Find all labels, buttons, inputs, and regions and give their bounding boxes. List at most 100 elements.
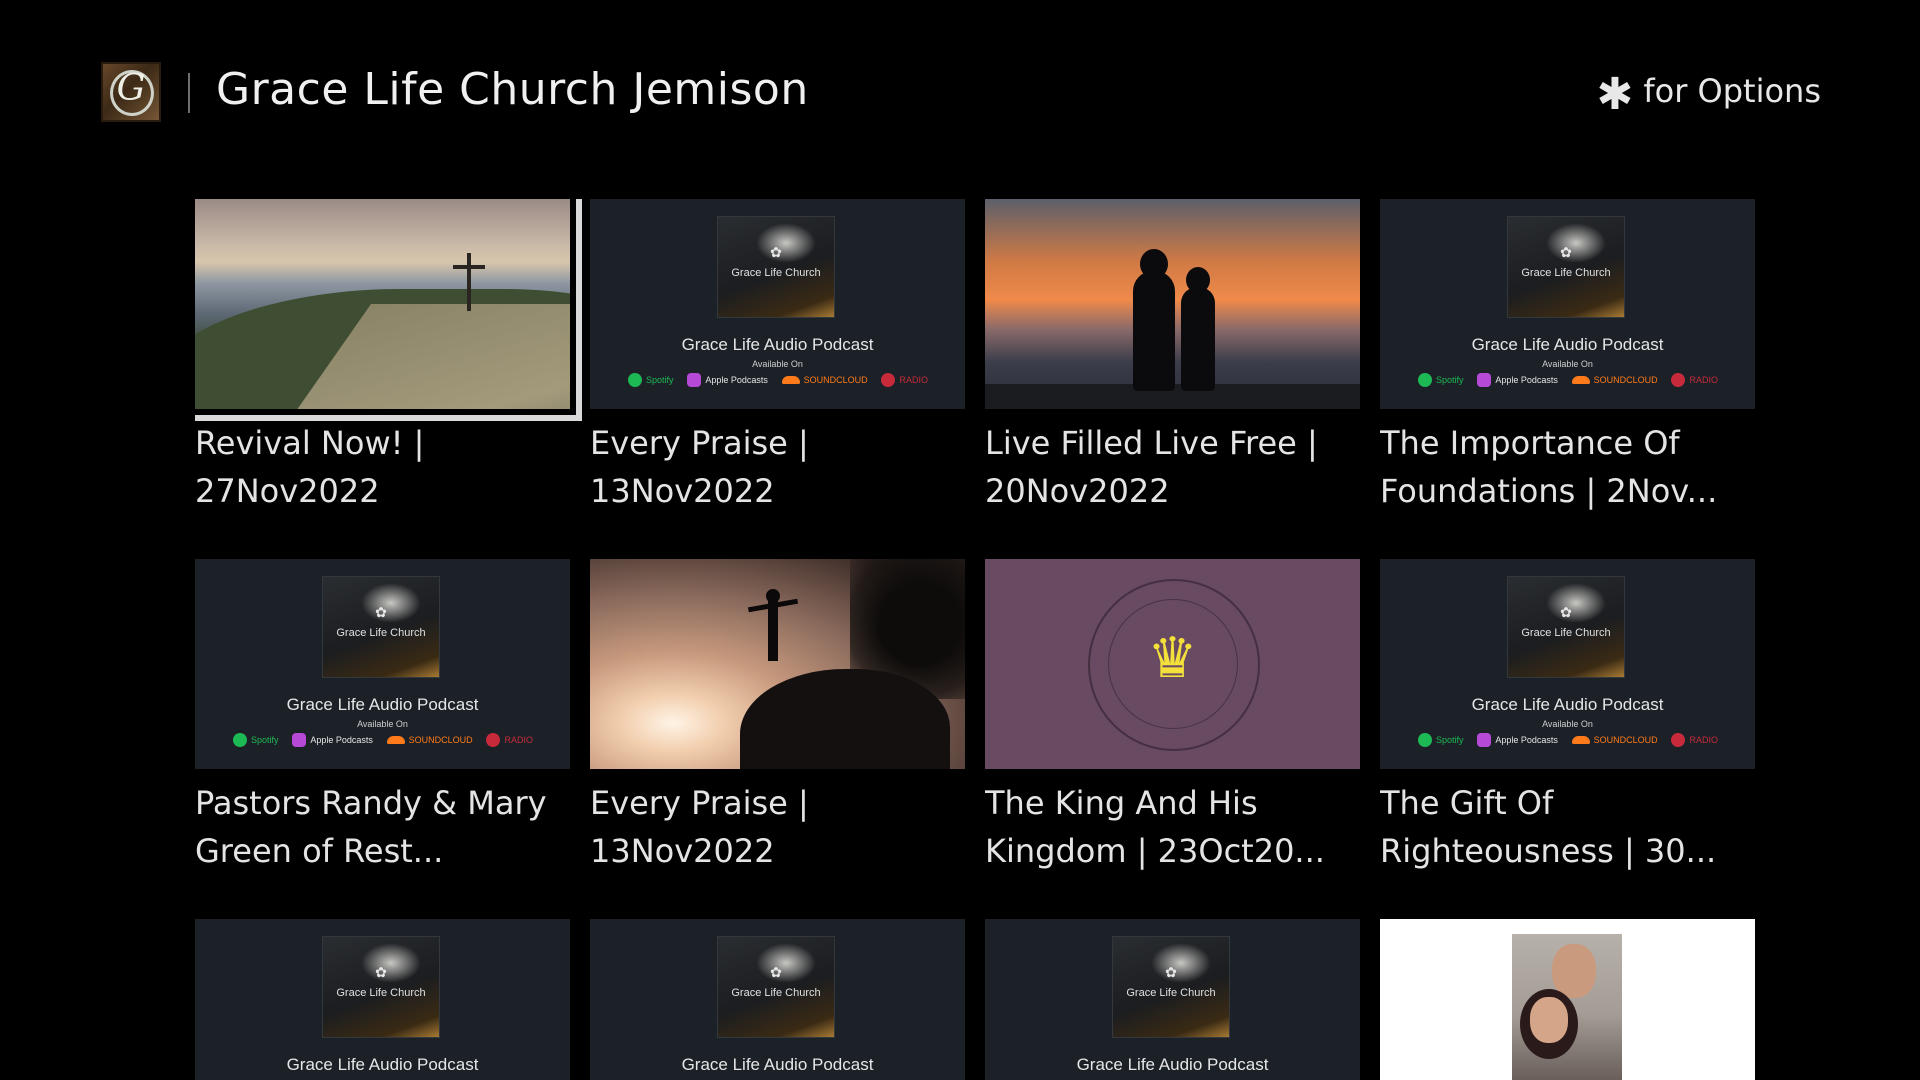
podcast-title: Grace Life Audio Podcast — [286, 695, 479, 714]
album-church-name: Grace Life Church — [731, 987, 821, 999]
tile-importance-foundations[interactable]: ✿ Grace Life Church Grace Life Audio Pod… — [1380, 199, 1755, 515]
tile-revival-now[interactable]: Revival Now! | 27Nov2022 — [195, 199, 582, 515]
crown-icon: ♛ — [1147, 626, 1198, 691]
lotus-icon: ✿ — [375, 605, 387, 621]
tile-row3-4[interactable] — [1380, 919, 1755, 1080]
tile-gift-righteousness[interactable]: ✿ Grace Life Church Grace Life Audio Pod… — [1380, 559, 1755, 875]
tile-label: Revival Now! | 27Nov2022 — [195, 424, 425, 510]
iheart-radio-icon: RADIO — [1671, 733, 1718, 747]
soundcloud-icon: SOUNDCLOUD — [386, 735, 473, 745]
asterisk-icon: ✱ — [1596, 69, 1634, 120]
thumbnail-podcast: ✿ Grace Life Church Grace Life Audio Pod… — [195, 919, 570, 1080]
iheart-radio-icon: RADIO — [881, 373, 928, 387]
tile-pastors-randy-mary[interactable]: ✿ Grace Life Church Grace Life Audio Pod… — [195, 559, 570, 875]
soundcloud-icon: SOUNDCLOUD — [781, 375, 868, 385]
podcast-album-art: ✿ Grace Life Church — [718, 937, 834, 1037]
podcast-album-art: ✿ Grace Life Church — [323, 937, 439, 1037]
album-church-name: Grace Life Church — [336, 627, 426, 639]
podcast-available: Available On — [1542, 359, 1593, 369]
thumbnail-portrait — [1380, 919, 1755, 1080]
podcast-services: Spotify Apple Podcasts SOUNDCLOUD RADIO — [1418, 733, 1718, 747]
tile-row3-2[interactable]: ✿ Grace Life Church Grace Life Audio Pod… — [590, 919, 965, 1080]
tile-label: Every Praise | 13Nov2022 — [590, 424, 809, 510]
spotify-icon: Spotify — [628, 373, 674, 387]
album-church-name: Grace Life Church — [731, 267, 821, 279]
tile-every-praise-2[interactable]: Every Praise | 13Nov2022 — [590, 559, 965, 875]
thumbnail-crown: ♛ — [985, 559, 1360, 769]
video-grid: Revival Now! | 27Nov2022 ✿ Grace Life Ch… — [195, 199, 1755, 1080]
album-church-name: Grace Life Church — [1521, 627, 1611, 639]
podcast-title: Grace Life Audio Podcast — [1471, 335, 1664, 354]
silhouette-head — [1186, 267, 1210, 293]
album-church-name: Grace Life Church — [1521, 267, 1611, 279]
silhouette-head — [1140, 249, 1168, 279]
logo-letter: G — [116, 68, 146, 109]
tile-label: The Importance Of Foundations | 2Nov... — [1380, 424, 1718, 510]
spotify-icon: Spotify — [1418, 733, 1464, 747]
album-church-name: Grace Life Church — [1126, 987, 1216, 999]
podcast-services: Spotify Apple Podcasts SOUNDCLOUD RADIO — [628, 373, 928, 387]
tile-label: The King And His Kingdom | 23Oct20... — [985, 784, 1325, 870]
portrait-face-woman — [1530, 997, 1568, 1043]
podcast-title: Grace Life Audio Podcast — [681, 335, 874, 354]
lotus-icon: ✿ — [375, 965, 387, 981]
podcast-title: Grace Life Audio Podcast — [1471, 695, 1664, 714]
channel-logo: G — [101, 62, 161, 122]
spotify-icon: Spotify — [233, 733, 279, 747]
tile-label: Pastors Randy & Mary Green of Rest... — [195, 784, 547, 870]
lotus-icon: ✿ — [770, 245, 782, 261]
podcast-title: Grace Life Audio Podcast — [286, 1055, 479, 1074]
silhouette-man — [1133, 271, 1175, 391]
apple-podcasts-icon: Apple Podcasts — [1477, 373, 1558, 387]
lotus-icon: ✿ — [1560, 605, 1572, 621]
thumbnail-podcast: ✿ Grace Life Church Grace Life Audio Pod… — [590, 919, 965, 1080]
thumbnail-podcast: ✿ Grace Life Church Grace Life Audio Pod… — [985, 919, 1360, 1080]
thumbnail-podcast: ✿ Grace Life Church Grace Life Audio Pod… — [590, 199, 965, 409]
podcast-services: Spotify Apple Podcasts SOUNDCLOUD RADIO — [233, 733, 533, 747]
boulder-shape — [740, 669, 950, 769]
soundcloud-icon: SOUNDCLOUD — [1571, 735, 1658, 745]
podcast-album-art: ✿ Grace Life Church — [1113, 937, 1229, 1037]
soundcloud-icon: SOUNDCLOUD — [1571, 375, 1658, 385]
podcast-available: Available On — [752, 359, 803, 369]
silhouette-woman — [1181, 287, 1215, 391]
thumbnail-sunset-couple — [985, 199, 1360, 409]
tile-king-kingdom[interactable]: ♛ The King And His Kingdom | 23Oct20... — [985, 559, 1360, 875]
podcast-title: Grace Life Audio Podcast — [681, 1055, 874, 1074]
podcast-album-art: ✿ Grace Life Church — [323, 577, 439, 677]
header: G Grace Life Church Jemison ✱ for Option… — [0, 0, 1920, 190]
thumbnail-podcast: ✿ Grace Life Church Grace Life Audio Pod… — [1380, 199, 1755, 409]
apple-podcasts-icon: Apple Podcasts — [1477, 733, 1558, 747]
podcast-album-art: ✿ Grace Life Church — [718, 217, 834, 317]
podcast-title: Grace Life Audio Podcast — [1076, 1055, 1269, 1074]
thumbnail-rock-silhouette — [590, 559, 965, 769]
tile-row3-3[interactable]: ✿ Grace Life Church Grace Life Audio Pod… — [985, 919, 1360, 1080]
podcast-available: Available On — [1542, 719, 1593, 729]
apple-podcasts-icon: Apple Podcasts — [292, 733, 373, 747]
iheart-radio-icon: RADIO — [486, 733, 533, 747]
thumbnail-mountain-cross — [195, 199, 582, 421]
podcast-album-art: ✿ Grace Life Church — [1508, 217, 1624, 317]
album-church-name: Grace Life Church — [336, 987, 426, 999]
podcast-album-art: ✿ Grace Life Church — [1508, 577, 1624, 677]
thumbnail-podcast: ✿ Grace Life Church Grace Life Audio Pod… — [195, 559, 570, 769]
spotify-icon: Spotify — [1418, 373, 1464, 387]
apple-podcasts-icon: Apple Podcasts — [687, 373, 768, 387]
thumbnail-podcast: ✿ Grace Life Church Grace Life Audio Pod… — [1380, 559, 1755, 769]
portrait-face-man — [1552, 944, 1596, 998]
lotus-icon: ✿ — [1560, 245, 1572, 261]
tile-label: The Gift Of Righteousness | 30... — [1380, 784, 1717, 870]
tile-row3-1[interactable]: ✿ Grace Life Church Grace Life Audio Pod… — [195, 919, 570, 1080]
channel-title: Grace Life Church Jemison — [216, 64, 809, 115]
tile-every-praise-1[interactable]: ✿ Grace Life Church Grace Life Audio Pod… — [590, 199, 965, 515]
cross-arm — [453, 265, 485, 269]
lotus-icon: ✿ — [1165, 965, 1177, 981]
lotus-icon: ✿ — [770, 965, 782, 981]
tile-label: Every Praise | 13Nov2022 — [590, 784, 809, 870]
options-label: for Options — [1643, 72, 1821, 110]
iheart-radio-icon: RADIO — [1671, 373, 1718, 387]
tile-live-filled[interactable]: Live Filled Live Free | 20Nov2022 — [985, 199, 1360, 515]
options-hint[interactable]: ✱ for Options — [1596, 69, 1821, 120]
header-divider — [188, 73, 190, 113]
podcast-available: Available On — [357, 719, 408, 729]
